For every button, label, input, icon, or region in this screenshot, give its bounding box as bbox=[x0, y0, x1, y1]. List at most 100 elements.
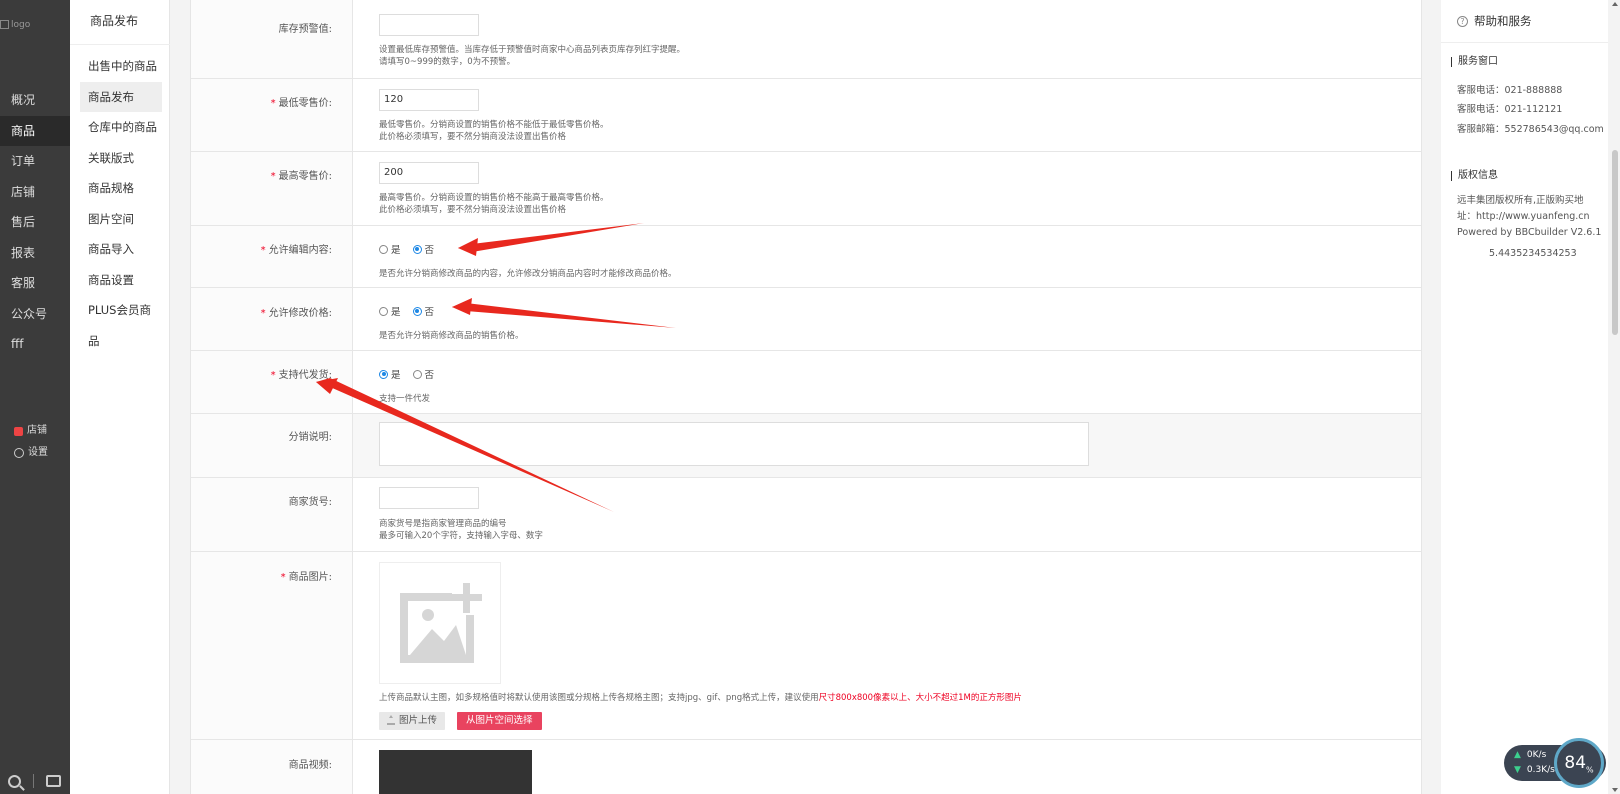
service-phone-2: 客服电话：021-112121 bbox=[1457, 104, 1563, 115]
image-placeholder[interactable] bbox=[379, 562, 501, 684]
powered-by: Powered by BBCbuilder V2.6.1 bbox=[1457, 227, 1602, 238]
radio-button-selected[interactable] bbox=[412, 244, 422, 254]
radio-button[interactable] bbox=[412, 369, 422, 379]
allow-edit-no-radio[interactable]: 否 bbox=[412, 242, 434, 256]
radio-button-selected[interactable] bbox=[412, 306, 422, 316]
main-nav-item-shop[interactable]: 店铺 bbox=[0, 177, 70, 208]
form-row-min-price: * 最低零售价: 120 最低零售价。分销商设置的销售价格不能低于最低零售价格。 … bbox=[191, 79, 1421, 152]
search-icon[interactable] bbox=[8, 774, 21, 788]
scroll-down-icon[interactable] bbox=[1612, 788, 1618, 792]
form-value: 120 最低零售价。分销商设置的销售价格不能低于最低零售价格。 此价格必须填写，… bbox=[379, 79, 1421, 151]
add-image-icon bbox=[400, 583, 482, 663]
page-scrollbar[interactable] bbox=[1610, 0, 1620, 794]
main-nav-item-overview[interactable]: 概况 bbox=[0, 85, 70, 116]
form-row-dist-desc: 分销说明: bbox=[191, 414, 1421, 478]
main-nav-item-reports[interactable]: 报表 bbox=[0, 238, 70, 269]
required-marker: * bbox=[270, 171, 276, 182]
service-section-title: 服务窗口 bbox=[1451, 57, 1498, 67]
main-nav-item-wechat[interactable]: 公众号 bbox=[0, 299, 70, 330]
allow-edit-yes-radio[interactable]: 是 bbox=[379, 242, 401, 256]
dist-desc-textarea[interactable] bbox=[379, 422, 1089, 466]
radio-label: 是 bbox=[391, 245, 401, 256]
product-image-hint: 上传商品默认主图，如多规格值时将默认使用该图或分规格上传各规格主图；支持jpg、… bbox=[379, 692, 1022, 704]
gauge-value: 84 bbox=[1564, 753, 1587, 773]
min-price-input[interactable]: 120 bbox=[379, 89, 479, 111]
sub-nav-item-plus[interactable]: PLUS会员商品 bbox=[80, 295, 162, 348]
allow-edit-label: 允许编辑内容: bbox=[268, 245, 332, 256]
min-price-hint-1: 最低零售价。分销商设置的销售价格不能低于最低零售价格。 bbox=[379, 120, 609, 130]
nav-tools bbox=[8, 774, 61, 788]
divider bbox=[33, 774, 34, 788]
form-label: * 允许编辑内容: bbox=[191, 226, 353, 287]
sub-nav-item-warehouse[interactable]: 仓库中的商品 bbox=[80, 112, 162, 143]
main-nav-item-aftersale[interactable]: 售后 bbox=[0, 207, 70, 238]
form-label: * 最高零售价: bbox=[191, 152, 353, 225]
form-label: 分销说明: bbox=[191, 414, 353, 477]
memory-gauge[interactable]: 84% bbox=[1554, 738, 1604, 788]
form-label: * 支持代发货: bbox=[191, 351, 353, 413]
merchant-sku-hint-1: 商家货号是指商家管理商品的编号 bbox=[379, 519, 507, 529]
form-label: * 商品图片: bbox=[191, 552, 353, 739]
scrollbar-thumb[interactable] bbox=[1612, 150, 1618, 335]
radio-button[interactable] bbox=[379, 306, 388, 316]
product-image-label: 商品图片: bbox=[288, 572, 332, 583]
sub-nav-item-settings[interactable]: 商品设置 bbox=[80, 265, 162, 296]
help-icon: ? bbox=[1457, 15, 1468, 27]
sub-nav-item-specs[interactable]: 商品规格 bbox=[80, 173, 162, 204]
main-sidebar: logo 概况 商品 订单 店铺 售后 报表 客服 公众号 fff 店铺 设置 bbox=[0, 0, 70, 794]
radio-label: 否 bbox=[424, 370, 435, 381]
allow-price-no-radio[interactable]: 否 bbox=[412, 304, 434, 318]
up-arrow-icon: ▲ bbox=[1514, 750, 1521, 760]
merchant-sku-input[interactable] bbox=[379, 487, 479, 509]
nav-quick-links: 店铺 设置 bbox=[14, 420, 48, 464]
sub-nav-item-publish[interactable]: 商品发布 bbox=[80, 81, 162, 112]
dropship-hint: 支持一件代发 bbox=[379, 394, 431, 404]
shop-icon bbox=[14, 426, 23, 436]
logo-alt-text: logo bbox=[11, 20, 31, 30]
service-email: 客服邮箱：552786543@qq.com bbox=[1457, 124, 1604, 135]
main-nav-item-fff[interactable]: fff bbox=[0, 329, 70, 360]
sub-nav-item-import[interactable]: 商品导入 bbox=[80, 234, 162, 265]
download-speed-value: 0.3K/s bbox=[1526, 765, 1555, 775]
pick-from-gallery-button[interactable]: 从图片空间选择 bbox=[457, 712, 542, 730]
upload-speed-value: 0K/s bbox=[1526, 750, 1547, 760]
allow-price-radio-group: 是 否 bbox=[379, 304, 434, 318]
image-upload-button[interactable]: 图片上传 bbox=[379, 712, 446, 730]
allow-price-yes-radio[interactable]: 是 bbox=[379, 304, 401, 318]
shop-link[interactable]: 店铺 bbox=[14, 420, 48, 442]
max-price-hint-2: 此价格必须填写，要不然分销商没法设置出售价格 bbox=[379, 205, 567, 215]
radio-label: 是 bbox=[391, 370, 401, 381]
radio-label: 是 bbox=[391, 307, 401, 318]
max-price-label: 最高零售价: bbox=[278, 171, 332, 182]
chat-icon[interactable] bbox=[46, 775, 61, 787]
logo[interactable]: logo bbox=[0, 20, 40, 34]
radio-button-selected[interactable] bbox=[379, 369, 388, 379]
dropship-no-radio[interactable]: 否 bbox=[412, 367, 435, 381]
merchant-sku-hint-2: 最多可输入20个字符，支持输入字母、数字 bbox=[379, 531, 543, 541]
form-row-merchant-sku: 商家货号: 商家货号是指商家管理商品的编号 最多可输入20个字符，支持输入字母、… bbox=[191, 478, 1421, 552]
max-price-input[interactable]: 200 bbox=[379, 162, 479, 184]
scroll-up-icon[interactable] bbox=[1612, 2, 1618, 6]
sub-nav-item-images[interactable]: 图片空间 bbox=[80, 204, 162, 235]
required-marker: * bbox=[260, 245, 266, 256]
allow-edit-radio-group: 是 否 bbox=[379, 242, 434, 256]
sub-nav-items: 出售中的商品 商品发布 仓库中的商品 关联版式 商品规格 图片空间 商品导入 商… bbox=[80, 51, 162, 348]
help-panel-title: 帮助和服务 bbox=[1474, 14, 1532, 28]
main-nav-item-products[interactable]: 商品 bbox=[0, 115, 70, 146]
sub-sidebar: 商品发布 出售中的商品 商品发布 仓库中的商品 关联版式 商品规格 图片空间 商… bbox=[70, 0, 170, 794]
radio-button[interactable] bbox=[379, 244, 388, 254]
sub-nav-item-templates[interactable]: 关联版式 bbox=[80, 143, 162, 174]
copyright-line-2[interactable]: 址：http://www.yuanfeng.cn bbox=[1457, 209, 1590, 225]
stock-alert-input[interactable] bbox=[379, 14, 479, 36]
upload-icon bbox=[387, 715, 395, 725]
form-label: 商家货号: bbox=[191, 478, 353, 551]
sub-nav-item-on-sale[interactable]: 出售中的商品 bbox=[80, 51, 162, 82]
dropship-yes-radio[interactable]: 是 bbox=[379, 367, 401, 381]
stock-alert-hint-2: 请填写0~999的数字，0为不预警。 bbox=[379, 57, 516, 67]
main-nav-item-orders[interactable]: 订单 bbox=[0, 146, 70, 177]
main-nav-item-service[interactable]: 客服 bbox=[0, 268, 70, 299]
form-row-allow-edit: * 允许编辑内容: 是 否 是否允许分销商修改商品的内容，允许修改分销商品内容时才… bbox=[191, 226, 1421, 288]
video-preview[interactable] bbox=[379, 750, 532, 794]
settings-link[interactable]: 设置 bbox=[14, 442, 48, 464]
allow-price-label: 允许修改价格: bbox=[268, 308, 332, 319]
